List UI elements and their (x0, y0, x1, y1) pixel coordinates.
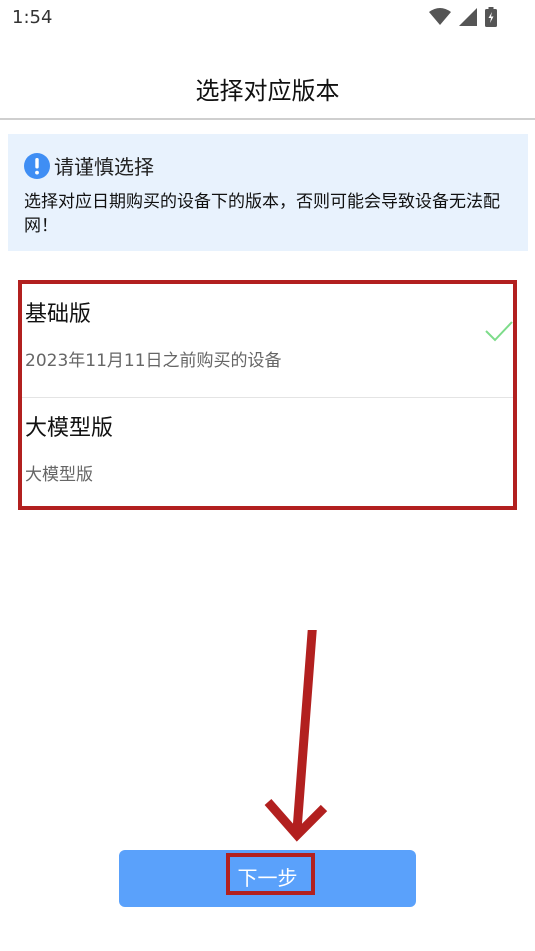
app-header: 选择对应版本 (0, 38, 535, 120)
page-title: 选择对应版本 (195, 77, 340, 105)
option-title: 大模型版 (25, 416, 114, 441)
version-option-list: 基础版 2023年11月11日之前购买的设备 大模型版 大模型版 (18, 280, 517, 510)
option-title: 基础版 (25, 302, 92, 327)
option-subtitle: 2023年11月11日之前购买的设备 (25, 351, 282, 371)
notice-description: 选择对应日期购买的设备下的版本，否则可能会导致设备无法配网！ (24, 192, 500, 236)
notice-title-row: 请谨慎选择 (24, 151, 154, 180)
option-basic-version[interactable]: 基础版 2023年11月11日之前购买的设备 (22, 284, 513, 398)
option-large-model-version[interactable]: 大模型版 大模型版 (22, 398, 513, 511)
annotation-arrow (264, 630, 328, 842)
status-bar: 1:54 (0, 0, 535, 38)
next-step-label: 下一步 (237, 866, 298, 890)
signal-icon (459, 8, 477, 26)
option-subtitle: 大模型版 (25, 465, 93, 485)
wifi-icon (429, 8, 451, 25)
battery-icon (485, 7, 497, 27)
notice-title: 请谨慎选择 (54, 155, 154, 179)
next-step-button[interactable]: 下一步 (119, 850, 416, 907)
status-time: 1:54 (12, 7, 53, 28)
warning-notice: 请谨慎选择 选择对应日期购买的设备下的版本，否则可能会导致设备无法配网！ (8, 134, 528, 251)
exclamation-icon (24, 152, 50, 179)
status-icons (429, 7, 497, 27)
checkmark-icon (485, 321, 513, 342)
